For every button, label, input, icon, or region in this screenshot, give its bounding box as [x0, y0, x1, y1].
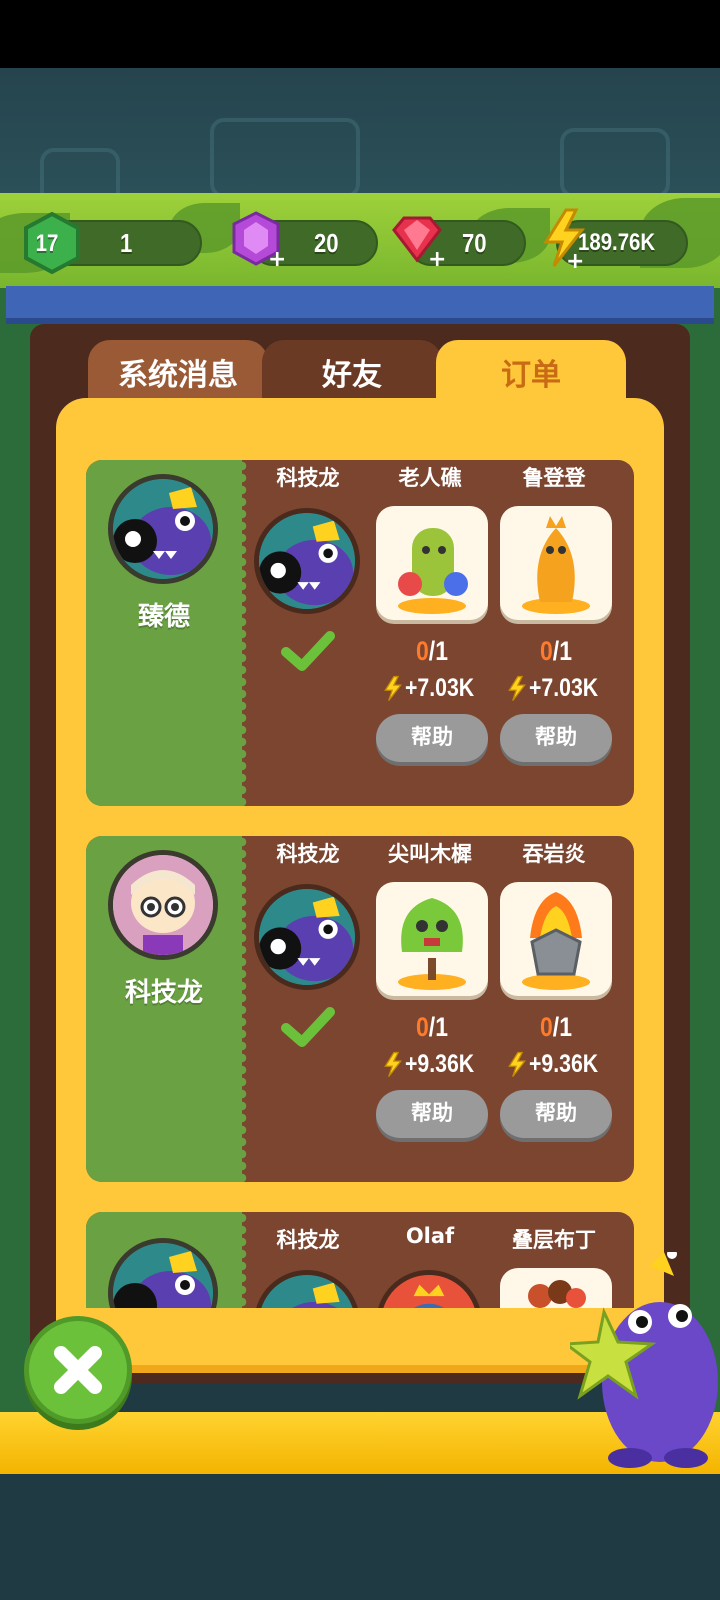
checkmark-icon [281, 631, 335, 671]
slot-name: 科技龙 [276, 842, 340, 866]
energy-value: 189.76K [578, 229, 656, 256]
slot-name: Olaf [405, 1224, 455, 1248]
orange-bird-monster-icon [522, 516, 590, 614]
slot-avatar[interactable] [254, 1270, 360, 1308]
dragon-portrait-icon [113, 479, 213, 579]
help-button[interactable]: 帮助 [500, 1090, 612, 1138]
owner-avatar[interactable] [108, 850, 218, 960]
energy-reward: +9.36K [498, 1050, 618, 1079]
order-progress: 0/1 [540, 636, 572, 666]
slot-name: 吞岩炎 [522, 842, 586, 866]
slot-avatar[interactable] [254, 508, 360, 614]
red-gem-icon: + [392, 216, 446, 268]
dragon-portrait-icon [259, 513, 355, 609]
energy-reward: +9.36K [374, 1050, 494, 1079]
jungle-background [0, 68, 720, 208]
energy-reward: +7.03K [498, 674, 618, 703]
lightning-icon [508, 676, 527, 702]
order-progress: 0/1 [416, 1012, 448, 1042]
item-slot[interactable] [500, 882, 612, 996]
close-button[interactable] [24, 1316, 132, 1424]
order-card: 科技龙 科技龙 尖叫木樨 0/1 +9.36K 帮助 吞岩炎 0/1 +9.36… [86, 836, 634, 1182]
orders-list[interactable]: 臻德 科技龙 老人礁 0/1 +7.03K 帮助 鲁登登 0/1 +7.03K … [86, 460, 634, 1308]
item-slot[interactable] [376, 506, 488, 620]
girl-portrait-icon [113, 855, 213, 955]
dragon-portrait-icon [259, 889, 355, 985]
level-value: 17 [35, 230, 59, 257]
tree-monster-icon [398, 898, 466, 990]
item-slot[interactable] [500, 506, 612, 620]
slot-name: 老人礁 [398, 466, 462, 490]
slot-name: 叠层布丁 [512, 1228, 596, 1252]
lightning-icon [384, 676, 403, 702]
svg-text:+: + [428, 247, 446, 268]
svg-text:+: + [268, 247, 284, 268]
owner-name: 科技龙 [124, 978, 203, 1008]
red-gem-value: 70 [462, 228, 487, 258]
lightning-icon [384, 1052, 403, 1078]
checkmark-icon [281, 1007, 335, 1047]
panel-top-band [6, 286, 714, 324]
help-button[interactable]: 帮助 [500, 714, 612, 762]
slot-avatar[interactable] [254, 884, 360, 990]
cactus-monster-icon [398, 528, 468, 614]
dragon-portrait-icon [113, 1243, 213, 1308]
order-progress: 0/1 [416, 636, 448, 666]
ground-background [0, 1474, 720, 1600]
owner-name: 臻德 [137, 602, 190, 632]
energy-reward: +7.03K [374, 674, 494, 703]
order-progress: 0/1 [540, 1012, 572, 1042]
help-button[interactable]: 帮助 [376, 714, 488, 762]
item-slot[interactable] [376, 882, 488, 996]
slot-name: 鲁登登 [522, 466, 586, 490]
slot-name: 尖叫木樨 [388, 842, 472, 866]
slot-name: 科技龙 [276, 1228, 340, 1252]
crowned-portrait-icon [383, 1275, 475, 1308]
xp-value: 1 [120, 228, 133, 258]
slot-name: 科技龙 [276, 466, 340, 490]
fire-rock-monster-icon [522, 892, 590, 990]
help-button[interactable]: 帮助 [376, 1090, 488, 1138]
purple-gem-icon: + [232, 211, 284, 268]
slot-avatar[interactable] [376, 1270, 482, 1308]
order-card: 科技龙 Olaf 叠层布丁 [86, 1212, 634, 1308]
order-card: 臻德 科技龙 老人礁 0/1 +7.03K 帮助 鲁登登 0/1 +7.03K … [86, 460, 634, 806]
status-bar [0, 0, 720, 68]
owner-avatar[interactable] [108, 474, 218, 584]
dragon-portrait-icon [261, 1275, 353, 1308]
dragon-mascot [570, 1252, 718, 1468]
close-icon [54, 1346, 102, 1394]
lightning-icon [508, 1052, 527, 1078]
purple-gem-value: 20 [314, 228, 339, 258]
